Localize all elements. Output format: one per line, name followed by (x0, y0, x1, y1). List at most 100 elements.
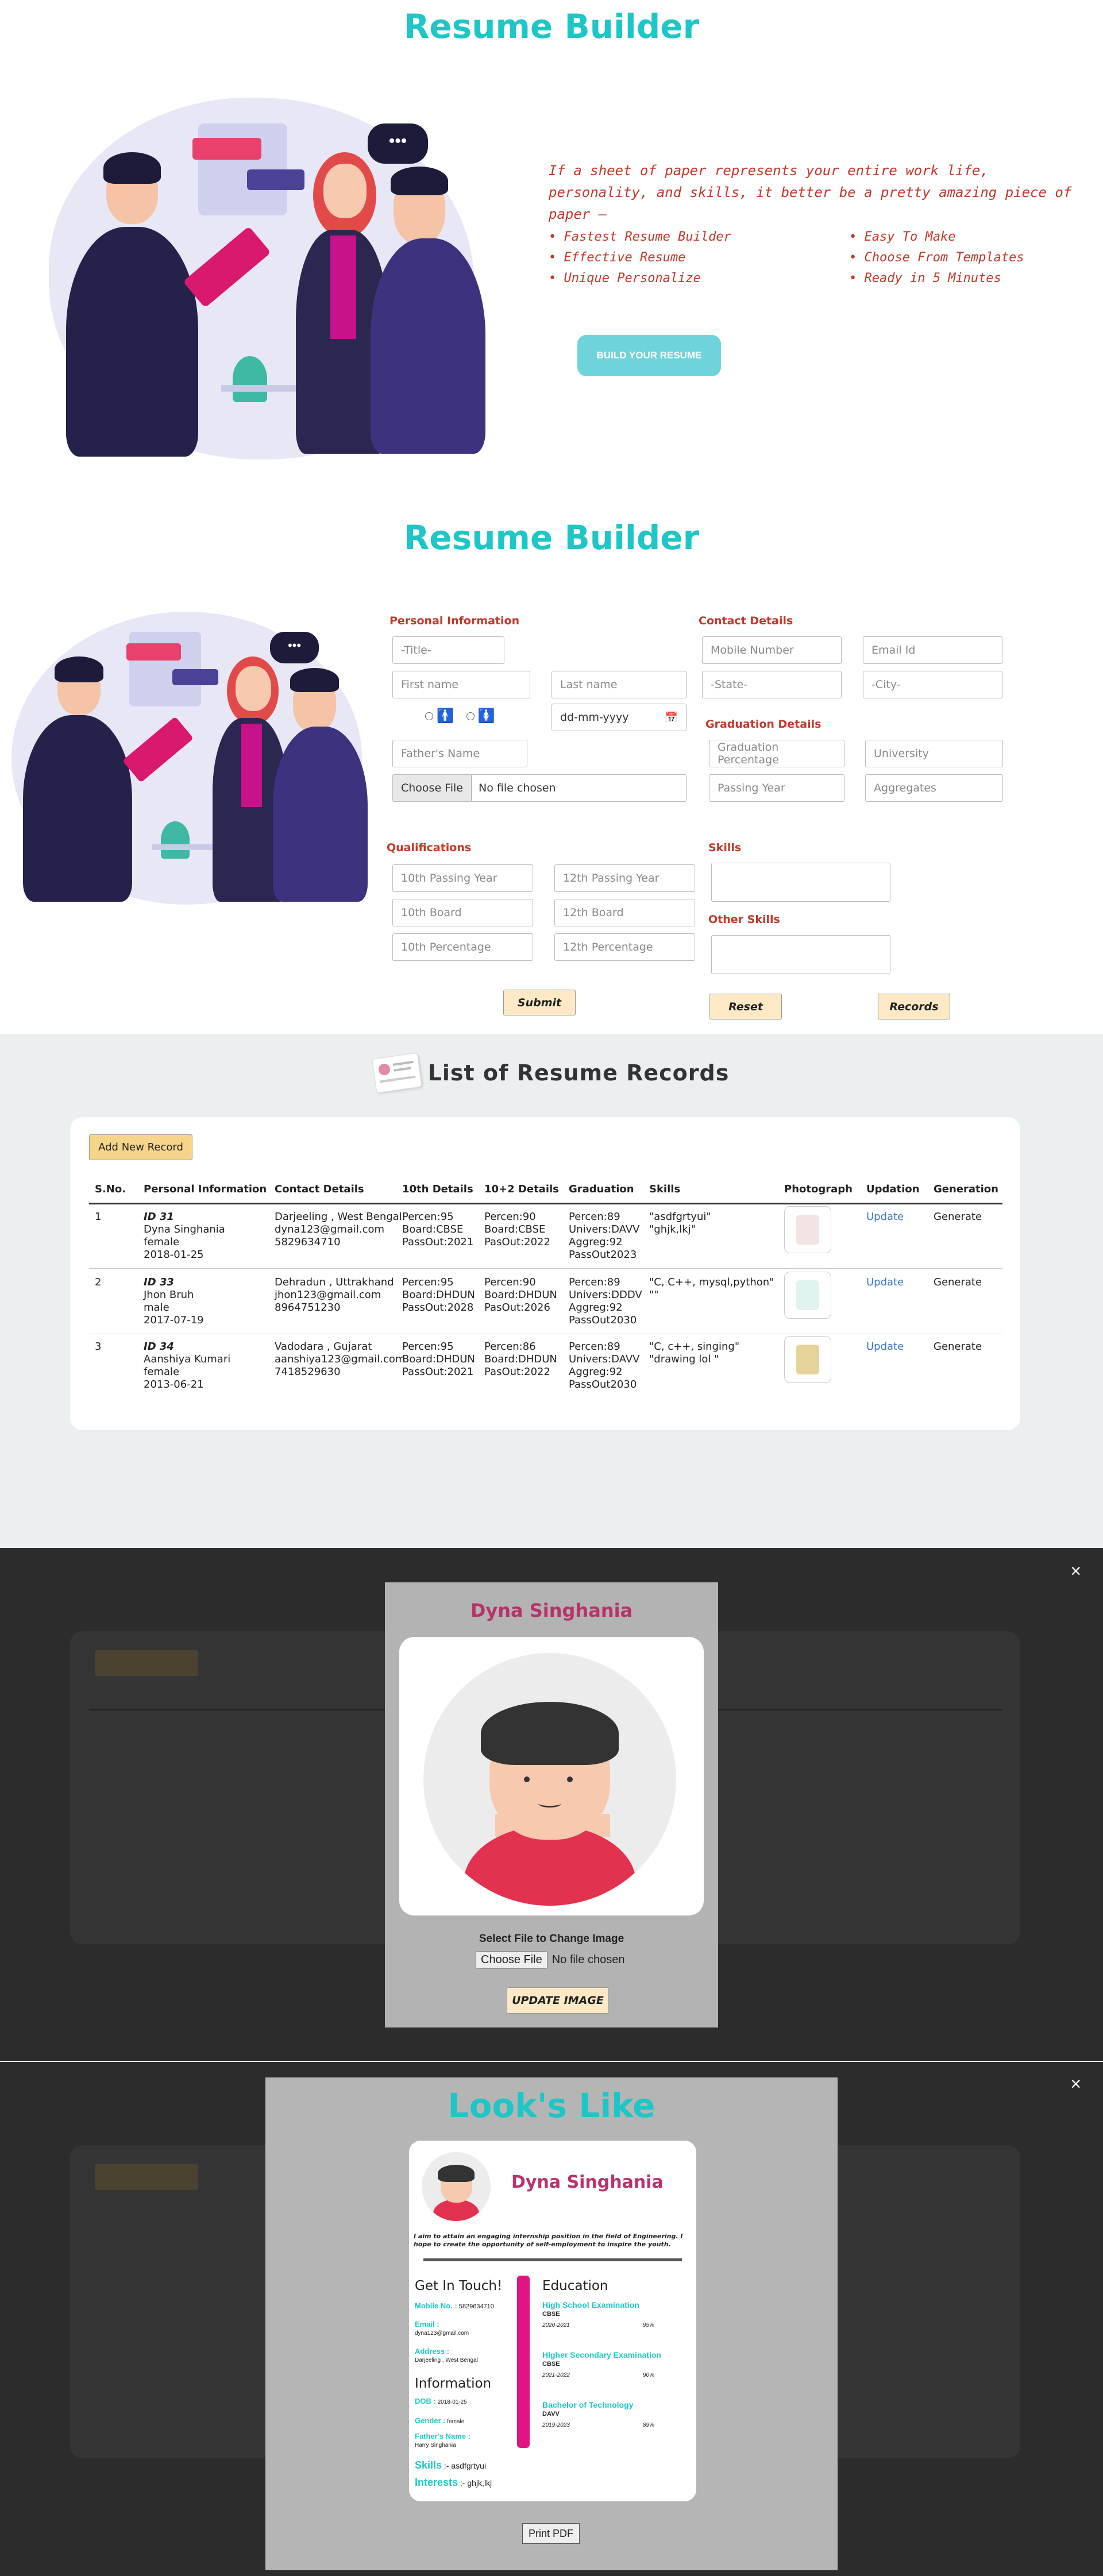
modal-no-file: No file chosen (552, 1953, 625, 1966)
chat-bubble: ••• (368, 123, 428, 164)
hero-illustration: ••• (49, 98, 485, 459)
10th-year-input[interactable]: 10th Passing Year (392, 864, 533, 892)
mobile-row: Mobile No. : 5829634710 (415, 2301, 494, 2310)
twelfth-cell: Percen:90 Board:DHDUN PasOut:2026 (484, 1276, 557, 1314)
build-resume-button[interactable]: BUILD YOUR RESUME (577, 335, 721, 376)
title-select[interactable]: -Title- (392, 636, 504, 664)
graduation-label: Graduation Details (705, 718, 822, 731)
update-link[interactable]: Update (866, 1341, 904, 1353)
father-row: Father's Name : Harry Singhania (415, 2432, 471, 2449)
records-table: S.No. Personal Information Contact Details… (89, 1183, 1002, 1424)
hero-section: Resume Builder ••• If a sheet of paper r… (0, 0, 1103, 477)
edu-item-pct: 90% (643, 2372, 655, 2378)
select-file-label: Select File to Change Image (479, 1933, 624, 1945)
photo-thumbnail[interactable] (784, 1336, 831, 1383)
edu-item-title: Higher Secondary Examination (542, 2350, 661, 2359)
feature-item: Unique Personalize (549, 268, 731, 289)
grad-percentage-input[interactable]: Graduation Percentage (709, 740, 844, 767)
father-name-input[interactable]: Father's Name (392, 740, 527, 767)
update-image-overlay: × Dyna Singhania Select File to Change I… (0, 1548, 1103, 2061)
choose-file-button[interactable]: Choose File (393, 775, 472, 801)
records-button[interactable]: Records (878, 994, 950, 1019)
aggregates-input[interactable]: Aggregates (865, 774, 1003, 802)
city-select[interactable]: -City- (863, 671, 1002, 698)
update-link[interactable]: Update (866, 1276, 904, 1289)
email-input[interactable]: Email Id (863, 636, 1002, 664)
twelfth-cell: Percen:90 Board:CBSE PasOut:2022 (484, 1211, 550, 1248)
contact-cell: Dehradun , Uttrakhand jhon123@gmail.com 89… (275, 1276, 394, 1314)
first-name-input[interactable]: First name (392, 671, 530, 698)
preview-name: Dyna Singhania (511, 2172, 664, 2192)
edu-item-title: Bachelor of Technology (542, 2400, 634, 2409)
form-title: Resume Builder (403, 518, 700, 557)
edu-list: High School Examination CBSE 2020-2021 95% H… (542, 2300, 686, 2450)
update-link[interactable]: Update (866, 1211, 904, 1223)
other-skills-label: Other Skills (708, 913, 780, 926)
passing-year-input[interactable]: Passing Year (709, 774, 844, 802)
photo-file-input[interactable]: Choose File No file chosen (392, 774, 687, 802)
graduation-cell: Percen:89 Univers:DDDV Aggreg:92 PassOut203… (569, 1276, 642, 1326)
feature-item: Easy To Make (849, 227, 1024, 248)
modal-choose-file-button[interactable]: Choose File (476, 1951, 547, 1969)
10th-percentage-input[interactable]: 10th Percentage (392, 933, 533, 961)
table-header: Updation (866, 1183, 920, 1195)
header-divider (89, 1203, 1002, 1204)
university-input[interactable]: University (865, 740, 1003, 767)
other-skills-textarea[interactable] (711, 935, 890, 974)
tenth-cell: Percen:95 Board:DHDUN PassOut:2021 (402, 1341, 475, 1378)
table-header: 10th Details (402, 1183, 473, 1195)
features-left: Fastest Resume Builder Effective Resume … (549, 227, 731, 289)
skills-textarea[interactable] (711, 863, 890, 902)
modal-file-input[interactable]: Choose File No file chosen (476, 1951, 624, 1969)
close-icon[interactable]: × (1070, 1561, 1081, 1582)
mobile-input[interactable]: Mobile Number (702, 636, 842, 664)
row-sno: 3 (95, 1341, 102, 1353)
tenth-cell: Percen:95 Board:DHDUN PassOut:2028 (402, 1276, 475, 1314)
skills-cell: "C, C++, mysql,python" "" (649, 1276, 774, 1301)
form-illustration: ••• (11, 612, 368, 905)
male-radio[interactable]: 🚹 (425, 708, 454, 724)
photo-thumbnail[interactable] (784, 1206, 831, 1253)
12th-board-input[interactable]: 12th Board (554, 899, 695, 926)
graduation-cell: Percen:89 Univers:DAVV Aggreg:92 PassOut203… (569, 1341, 640, 1391)
tenth-cell: Percen:95 Board:CBSE PassOut:2021 (402, 1211, 474, 1248)
email-row: Email : dyna123@gmail.com (415, 2320, 469, 2337)
records-title: List of Resume Records (427, 1060, 730, 1086)
personal-info-cell: ID 33 Jhon Bruh male 2017-07-19 (144, 1276, 204, 1326)
skills-cell: "asdfgrtyui" "ghjk,lkj" (649, 1211, 711, 1235)
last-name-input[interactable]: Last name (552, 671, 687, 698)
edu-item-board: CBSE (542, 2361, 560, 2368)
resume-preview: Dyna Singhania I aim to attain an engagi… (409, 2141, 696, 2501)
dob-input[interactable]: dd-mm-yyyy 📅 (552, 704, 687, 731)
skills-cell: "C, c++, singing" "drawing lol " (649, 1341, 740, 1365)
edu-item: Higher Secondary Examination CBSE 2021-202… (542, 2350, 686, 2400)
photo-thumbnail[interactable] (784, 1272, 831, 1319)
feature-item: Fastest Resume Builder (549, 227, 731, 248)
submit-button[interactable]: Submit (503, 990, 576, 1015)
update-image-button[interactable]: UPDATE IMAGE (507, 1987, 609, 2014)
table-header: S.No. (95, 1183, 126, 1195)
generate-link[interactable]: Generate (934, 1211, 982, 1223)
generate-link[interactable]: Generate (934, 1341, 982, 1353)
modal-name: Dyna Singhania (470, 1600, 633, 1621)
preview-objective: I aim to attain an engaging internship p… (414, 2233, 683, 2248)
close-icon[interactable]: × (1070, 2073, 1081, 2095)
row-divider (89, 1268, 1002, 1269)
12th-percentage-input[interactable]: 12th Percentage (554, 933, 695, 961)
calendar-icon[interactable]: 📅 (665, 712, 678, 724)
reset-button[interactable]: Reset (709, 994, 782, 1019)
table-header: Personal Information (144, 1183, 267, 1195)
generate-link[interactable]: Generate (934, 1276, 982, 1289)
touch-title: Get In Touch! (415, 2278, 503, 2293)
12th-year-input[interactable]: 12th Passing Year (554, 864, 695, 892)
state-select[interactable]: -State- (702, 671, 842, 698)
add-new-record-button[interactable]: Add New Record (89, 1134, 192, 1160)
print-pdf-button[interactable]: Print PDF (522, 2523, 580, 2544)
10th-board-input[interactable]: 10th Board (392, 899, 533, 926)
female-radio[interactable]: 🚺 (466, 708, 495, 724)
preview-overlay: × Look's Like Dyna Singhania I aim to at… (0, 2062, 1103, 2576)
table-header: Graduation (569, 1183, 634, 1195)
edu-item-board: CBSE (542, 2311, 560, 2318)
personal-info-label: Personal Information (389, 615, 520, 627)
contact-cell: Vadodara , Gujarat aanshiya123@gmail.com 7… (275, 1341, 406, 1378)
